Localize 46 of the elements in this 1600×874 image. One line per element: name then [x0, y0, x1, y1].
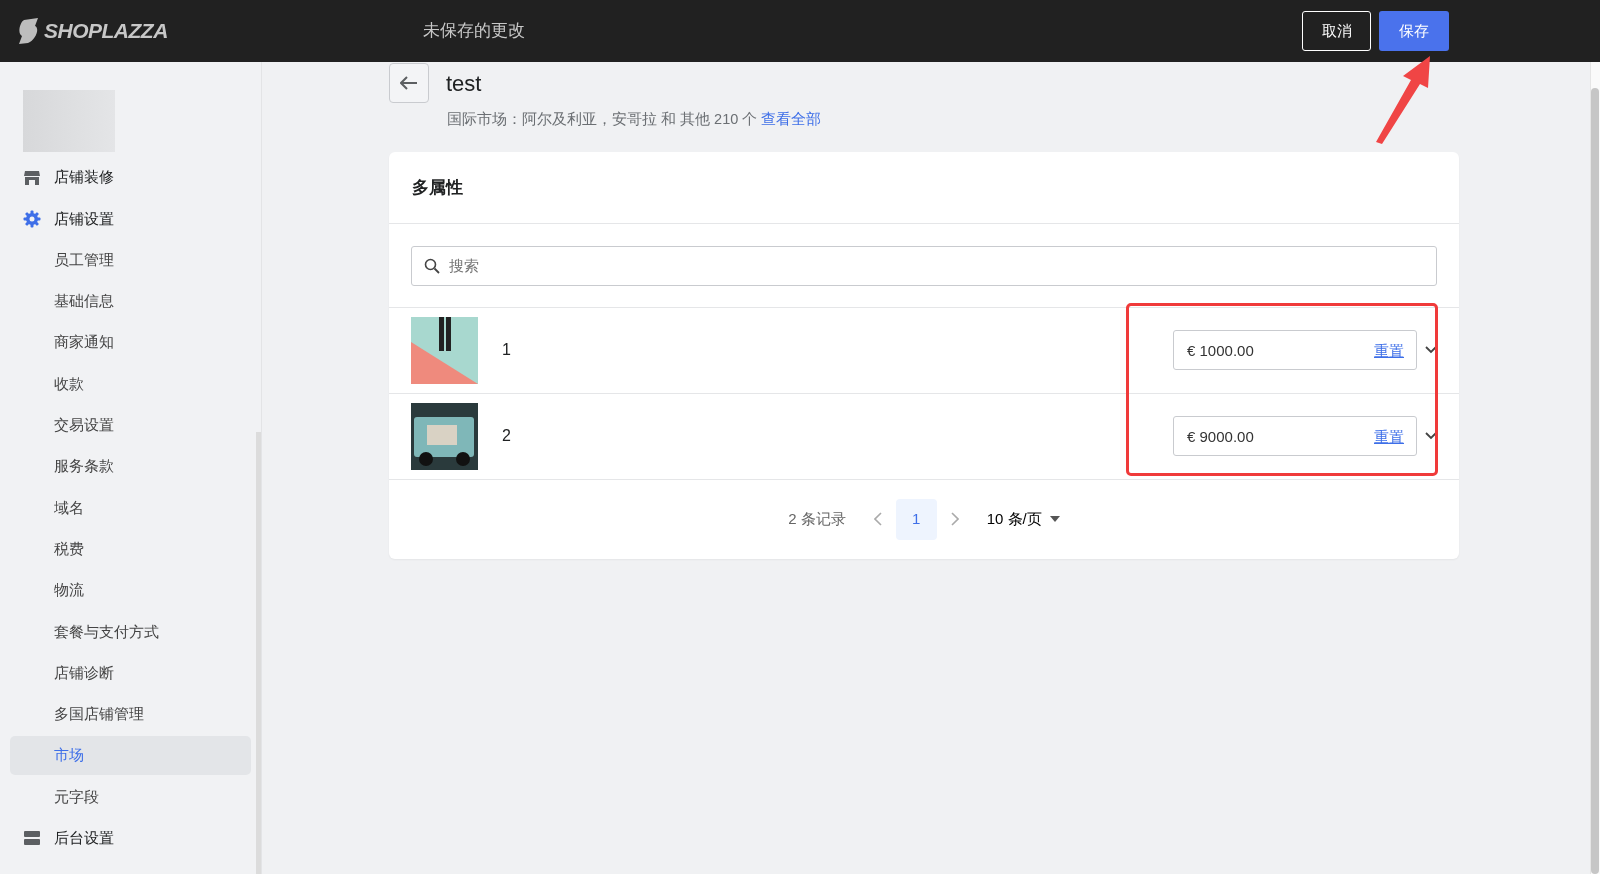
arrow-left-icon	[400, 76, 418, 90]
page-title: test	[446, 69, 482, 98]
save-button[interactable]: 保存	[1379, 11, 1449, 51]
logo-wordmark: SHOPLAZZA	[44, 18, 168, 45]
photo-placeholder	[411, 316, 478, 384]
caret-icon	[1049, 516, 1060, 523]
server-icon	[23, 829, 41, 848]
sidebar-item[interactable]: 员工管理	[54, 248, 114, 272]
unsaved-changes-title: 未保存的更改	[422, 20, 525, 43]
variant-name: 1	[502, 340, 512, 361]
variant-name: 2	[502, 426, 512, 447]
sidebar-item[interactable]: 市场	[10, 736, 251, 776]
reset-link[interactable]: 重置	[1374, 426, 1404, 449]
sidebar-item[interactable]: 基础信息	[54, 290, 114, 313]
search-field[interactable]: 搜索	[411, 245, 1437, 286]
sidebar-item[interactable]: 元字段	[54, 785, 99, 809]
view-all-link[interactable]: 查看全部	[761, 111, 822, 127]
markets-summary: 国际市场：阿尔及利亚，安哥拉 和 其他 210 个	[447, 111, 759, 127]
record-count: 2 条记录	[788, 509, 846, 529]
settings-icon	[23, 209, 41, 228]
page-size-dropdown[interactable]: 10 条/页	[986, 508, 1060, 531]
reset-link[interactable]: 重置	[1374, 340, 1404, 363]
sidebar-item[interactable]: 商家通知	[54, 331, 114, 354]
sidebar-item[interactable]: 物流	[54, 579, 84, 602]
page-button[interactable]: 1	[895, 498, 937, 540]
search-icon	[424, 257, 440, 274]
sidebar-item[interactable]: 后台设置	[54, 827, 114, 850]
chevron-down-icon[interactable]	[1425, 346, 1437, 355]
chevron-down-icon[interactable]	[1425, 432, 1437, 441]
card-title: 多属性	[389, 151, 1459, 224]
sidebar-item[interactable]: 交易设置	[54, 414, 114, 437]
sidebar-item[interactable]: 套餐与支付方式	[54, 620, 159, 643]
sidebar-item[interactable]: 店铺设置	[54, 207, 114, 231]
photo-placeholder	[411, 402, 478, 470]
sidebar-item[interactable]: 店铺装修	[54, 166, 114, 189]
sidebar-item[interactable]: 收款	[54, 372, 84, 396]
back-button[interactable]	[389, 63, 429, 103]
sidebar-item[interactable]: 税费	[54, 537, 84, 561]
scrollbar-thumb[interactable]	[1591, 88, 1599, 874]
sidebar-item[interactable]: 店铺诊断	[54, 661, 114, 685]
sidebar-item[interactable]: 多国店铺管理	[54, 703, 144, 726]
logo-icon	[18, 18, 40, 44]
sidebar-item[interactable]: 域名	[54, 496, 84, 520]
sidebar-item[interactable]: 服务条款	[54, 455, 114, 478]
cancel-button[interactable]: 取消	[1302, 11, 1371, 51]
store-icon	[23, 168, 41, 187]
